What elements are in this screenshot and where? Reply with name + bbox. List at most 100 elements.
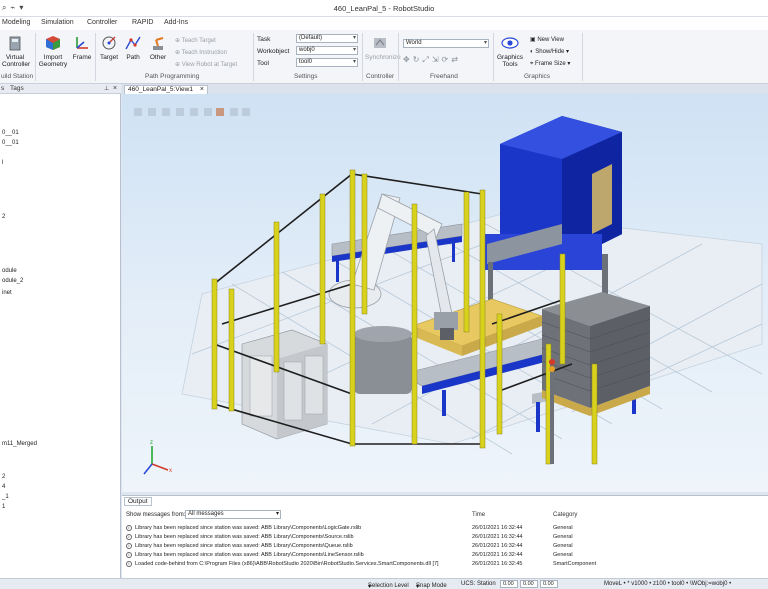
frame-button[interactable]: Frame <box>71 34 93 61</box>
3d-viewport[interactable]: z x <box>122 94 768 492</box>
tab-paths[interactable]: s <box>1 85 4 92</box>
view-robot-at-target-button[interactable]: ⊕ View Robot at Target <box>175 61 237 68</box>
multi-robot-jog-icon[interactable]: ⇄ <box>451 55 461 64</box>
tree-item[interactable]: 0__01 <box>2 140 19 146</box>
freehand-label: Freehand <box>430 73 458 80</box>
tree-item[interactable]: m11_Merged <box>2 441 37 447</box>
tree-item[interactable]: odule_2 <box>2 278 23 284</box>
freehand-frame-combo[interactable]: World <box>403 39 489 48</box>
synchronize-icon <box>374 38 386 48</box>
tree-item[interactable]: odule <box>2 268 17 274</box>
tree-item[interactable]: 4 <box>2 484 5 490</box>
cube-icon <box>46 36 60 50</box>
teach-instruction-icon: ⊕ <box>175 50 182 56</box>
station-scene: z x <box>134 108 763 475</box>
table-row[interactable]: i Library has been replaced since statio… <box>126 542 756 550</box>
info-icon: i <box>126 543 132 549</box>
new-view-button[interactable]: ▣ New View <box>530 36 564 43</box>
filter-label: Show messages from: <box>126 512 186 518</box>
ribbon: Virtual Controller uild Station Import G… <box>0 30 768 84</box>
virtual-controller-button[interactable]: Virtual Controller <box>2 34 30 68</box>
coord-z-field[interactable]: 0.00 <box>540 580 558 588</box>
output-tab[interactable]: Output <box>124 497 152 506</box>
controller-icon <box>9 36 21 51</box>
chevron-down-icon: ▾ <box>368 584 372 589</box>
tree-item[interactable]: 2 <box>2 474 5 480</box>
path-button[interactable]: Path <box>122 34 144 61</box>
output-panel: Output Show messages from: All messages … <box>122 495 768 578</box>
view-tab[interactable]: 460_LeanPal_5:View1 × <box>124 85 208 94</box>
coord-y-field[interactable]: 0.00 <box>520 580 538 588</box>
tree-item[interactable]: 1 <box>2 504 5 510</box>
jog-reorient-icon[interactable]: ⟳ <box>442 55 452 64</box>
tool-combo[interactable]: tool0 <box>296 58 358 67</box>
jog-joint-icon[interactable]: ⤢ <box>422 55 431 64</box>
view-tab-strip: 460_LeanPal_5:View1 × <box>122 84 768 94</box>
teach-target-button[interactable]: ⊕ Teach Target <box>175 37 216 44</box>
column-header-category[interactable]: Category <box>553 512 577 518</box>
close-icon[interactable]: × <box>200 86 204 94</box>
graphics-tools-button[interactable]: Graphics Tools <box>495 34 525 68</box>
title-bar: ⌕⌁▾ 460_LeanPal_5 - RobotStudio <box>0 0 768 17</box>
import-geometry-button[interactable]: Import Geometry <box>37 34 69 68</box>
tab-add-ins[interactable]: Add-Ins <box>164 19 188 26</box>
motion-instruction-settings[interactable]: MoveL • * v1000 • z100 • tool0 • \WObj:=… <box>604 581 731 587</box>
tree-item[interactable]: 2 <box>2 214 5 220</box>
frame-icon <box>76 37 88 49</box>
chevron-down-icon: ▾ <box>565 61 571 67</box>
info-icon: i <box>126 534 132 540</box>
graphics-label: Graphics <box>524 73 551 80</box>
eye-icon <box>501 37 519 49</box>
robot-arm-icon <box>153 37 164 50</box>
tab-simulation[interactable]: Simulation <box>41 19 74 26</box>
teach-target-icon: ⊕ <box>175 38 182 44</box>
workobject-combo[interactable]: wobj0 <box>296 46 358 55</box>
layout-browser-panel: s Tags ⊥ × 0__01 0__01 l 2 odule odule_2… <box>0 84 121 578</box>
settings-label: Settings <box>294 73 318 80</box>
jog-linear-icon[interactable]: ⇲ <box>432 55 442 64</box>
table-row[interactable]: i Library has been replaced since statio… <box>126 524 756 532</box>
close-icon[interactable]: × <box>113 85 117 92</box>
panel-tabs: s Tags ⊥ × <box>0 84 121 94</box>
info-icon: i <box>126 561 132 567</box>
ucs-label: UCS: Station <box>461 581 496 587</box>
tree-item[interactable]: l <box>2 160 3 166</box>
target-button[interactable]: Target <box>98 34 120 61</box>
pin-icon[interactable]: ⊥ <box>104 85 109 92</box>
target-icon <box>102 36 116 50</box>
table-row[interactable]: i Loaded code-behind from C:\Program Fil… <box>126 560 756 568</box>
message-filter-select[interactable]: All messages <box>185 510 281 519</box>
tree-item[interactable]: 0__01 <box>2 130 19 136</box>
tree-item[interactable]: inet <box>2 290 12 296</box>
path-programming-label: Path Programming <box>145 73 200 80</box>
viewport-toolbar[interactable] <box>134 108 250 116</box>
show-hide-button[interactable]: ◐ Show/Hide ▾ <box>530 48 569 55</box>
svg-text:z: z <box>150 440 153 446</box>
teach-instruction-button[interactable]: ⊕ Teach Instruction <box>175 49 227 56</box>
move-icon[interactable]: ✥ <box>403 55 413 64</box>
other-button[interactable]: Other <box>147 34 169 61</box>
tool-label: Tool <box>257 60 269 67</box>
tab-rapid[interactable]: RAPID <box>132 19 153 26</box>
workobject-label: Workobject <box>257 48 290 55</box>
coord-x-field[interactable]: 0.00 <box>500 580 518 588</box>
chevron-down-icon: ▾ <box>564 49 569 55</box>
table-row[interactable]: i Library has been replaced since statio… <box>126 533 756 541</box>
frame-size-button[interactable]: ⌖ Frame Size ▾ <box>530 60 570 68</box>
freehand-tools[interactable]: ✥↻⤢⇲⟳⇄ <box>403 55 461 65</box>
coordinate-axes: z x <box>143 440 172 475</box>
path-icon <box>125 36 141 50</box>
table-row[interactable]: i Library has been replaced since statio… <box>126 551 756 559</box>
window-title: 460_LeanPal_5 - RobotStudio <box>333 4 435 13</box>
tree-item[interactable]: _1 <box>2 494 9 500</box>
synchronize-button[interactable]: Synchronize <box>365 34 401 61</box>
tab-tags[interactable]: Tags <box>10 85 24 92</box>
rotate-icon[interactable]: ↻ <box>413 55 423 64</box>
column-header-time[interactable]: Time <box>472 512 485 518</box>
control-cabinets <box>241 329 328 440</box>
tab-modeling[interactable]: Modeling <box>2 19 30 26</box>
status-bar: Selection Level ▾ Snap Mode ▾ UCS: Stati… <box>0 578 768 589</box>
tab-controller[interactable]: Controller <box>87 19 117 26</box>
controller-label: Controller <box>366 73 395 80</box>
task-combo[interactable]: (Default) <box>296 34 358 43</box>
